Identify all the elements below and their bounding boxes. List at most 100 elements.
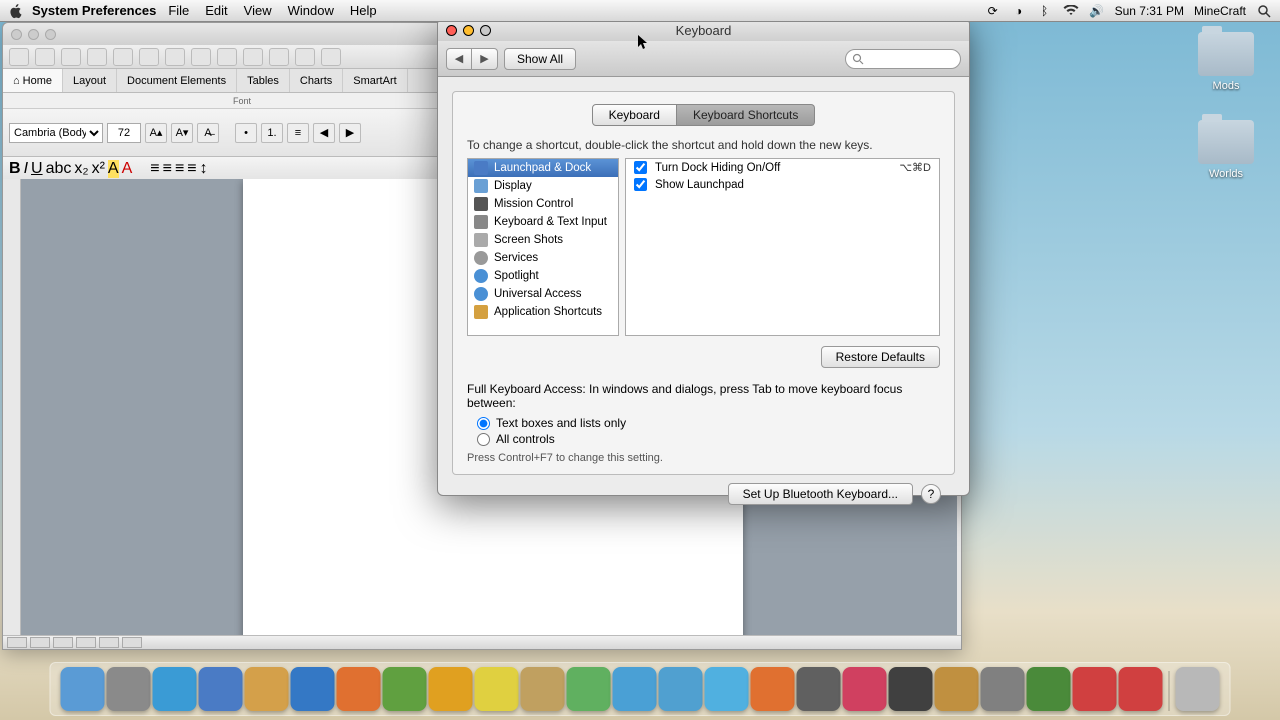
category-screenshots[interactable]: Screen Shots: [468, 231, 618, 249]
shrink-font-button[interactable]: A▾: [171, 123, 193, 143]
bluetooth-icon[interactable]: ᛒ: [1037, 3, 1053, 19]
superscript-button[interactable]: x²: [92, 160, 105, 178]
tab-keyboard-shortcuts[interactable]: Keyboard Shortcuts: [677, 104, 815, 126]
view-button[interactable]: [30, 637, 50, 648]
dock-app-8[interactable]: [429, 667, 473, 711]
dock-app-21[interactable]: [1027, 667, 1071, 711]
tab-layout[interactable]: Layout: [63, 69, 117, 92]
desktop-folder-mods[interactable]: Mods: [1190, 32, 1262, 92]
status-icon[interactable]: ◑: [1011, 3, 1027, 19]
close-icon[interactable]: [446, 25, 457, 36]
spotlight-icon[interactable]: [1256, 3, 1272, 19]
dock-app-4[interactable]: [245, 667, 289, 711]
category-universal-access[interactable]: Universal Access: [468, 285, 618, 303]
trash-icon[interactable]: [1176, 667, 1220, 711]
bold-button[interactable]: B: [9, 160, 21, 178]
grow-font-button[interactable]: A▴: [145, 123, 167, 143]
minimize-icon[interactable]: [463, 25, 474, 36]
strike-button[interactable]: abc: [46, 160, 72, 178]
restore-defaults-button[interactable]: Restore Defaults: [821, 346, 940, 368]
tab-smartart[interactable]: SmartArt: [343, 69, 407, 92]
bluetooth-keyboard-button[interactable]: Set Up Bluetooth Keyboard...: [728, 483, 913, 505]
underline-button[interactable]: U: [31, 160, 43, 178]
category-app-shortcuts[interactable]: Application Shortcuts: [468, 303, 618, 321]
multilevel-button[interactable]: ≡: [287, 123, 309, 143]
view-button[interactable]: [76, 637, 96, 648]
clear-format-button[interactable]: A̶: [197, 123, 219, 143]
dock-app-12[interactable]: [613, 667, 657, 711]
shortcut-row[interactable]: Turn Dock Hiding On/Off ⌥⌘D: [626, 159, 939, 176]
wifi-icon[interactable]: [1063, 3, 1079, 19]
tool-button[interactable]: [295, 48, 315, 66]
view-button[interactable]: [122, 637, 142, 648]
view-button[interactable]: [53, 637, 73, 648]
search-field[interactable]: [845, 49, 961, 69]
shortcut-keys[interactable]: ⌥⌘D: [899, 161, 931, 174]
menu-help[interactable]: Help: [350, 3, 377, 18]
view-button[interactable]: [7, 637, 27, 648]
category-services[interactable]: Services: [468, 249, 618, 267]
align-left-button[interactable]: ≡: [150, 160, 159, 178]
font-select[interactable]: Cambria (Body): [9, 123, 103, 143]
menu-edit[interactable]: Edit: [205, 3, 227, 18]
radio-text-boxes[interactable]: Text boxes and lists only: [477, 416, 940, 430]
right-app[interactable]: MineCraft: [1194, 4, 1246, 18]
category-spotlight[interactable]: Spotlight: [468, 267, 618, 285]
category-keyboard-text[interactable]: Keyboard & Text Input: [468, 213, 618, 231]
line-spacing-button[interactable]: ↕: [200, 160, 208, 178]
dock-app-20[interactable]: [981, 667, 1025, 711]
tool-button[interactable]: [165, 48, 185, 66]
shortcut-checkbox[interactable]: [634, 178, 647, 191]
show-all-button[interactable]: Show All: [504, 48, 576, 70]
volume-icon[interactable]: 🔊: [1089, 3, 1105, 19]
tool-button[interactable]: [35, 48, 55, 66]
menu-view[interactable]: View: [244, 3, 272, 18]
dock-app-13[interactable]: [659, 667, 703, 711]
category-mission-control[interactable]: Mission Control: [468, 195, 618, 213]
tool-button[interactable]: [61, 48, 81, 66]
tab-document-elements[interactable]: Document Elements: [117, 69, 237, 92]
help-button[interactable]: ?: [921, 484, 941, 504]
highlight-button[interactable]: A: [108, 160, 119, 178]
tab-charts[interactable]: Charts: [290, 69, 343, 92]
tool-button[interactable]: [139, 48, 159, 66]
subscript-button[interactable]: x₂: [74, 160, 88, 178]
font-color-button[interactable]: A: [122, 160, 133, 178]
clock[interactable]: Sun 7:31 PM: [1115, 4, 1184, 18]
category-display[interactable]: Display: [468, 177, 618, 195]
dock-app-23[interactable]: [1119, 667, 1163, 711]
shortcut-list[interactable]: Turn Dock Hiding On/Off ⌥⌘D Show Launchp…: [625, 158, 940, 336]
search-input[interactable]: [868, 53, 948, 65]
forward-button[interactable]: ▶: [472, 48, 498, 70]
minimize-icon[interactable]: [28, 29, 39, 40]
tool-button[interactable]: [9, 48, 29, 66]
font-size[interactable]: [107, 123, 141, 143]
radio-all-controls[interactable]: All controls: [477, 432, 940, 446]
dock-app-18[interactable]: [889, 667, 933, 711]
tab-tables[interactable]: Tables: [237, 69, 290, 92]
align-center-button[interactable]: ≡: [163, 160, 172, 178]
tool-button[interactable]: [87, 48, 107, 66]
indent-inc-button[interactable]: ▶: [339, 123, 361, 143]
apple-icon[interactable]: [8, 3, 24, 19]
dock-app-17[interactable]: [843, 667, 887, 711]
tab-home[interactable]: ⌂Home: [3, 69, 63, 92]
zoom-icon[interactable]: [480, 25, 491, 36]
dock-app-10[interactable]: [521, 667, 565, 711]
tab-keyboard[interactable]: Keyboard: [592, 104, 677, 126]
dock-app-5[interactable]: [291, 667, 335, 711]
tool-button[interactable]: [217, 48, 237, 66]
shortcut-row[interactable]: Show Launchpad: [626, 176, 939, 193]
desktop-folder-worlds[interactable]: Worlds: [1190, 120, 1262, 180]
dock-app-0[interactable]: [61, 667, 105, 711]
dock-app-9[interactable]: [475, 667, 519, 711]
tool-button[interactable]: [113, 48, 133, 66]
back-button[interactable]: ◀: [446, 48, 472, 70]
dock-app-11[interactable]: [567, 667, 611, 711]
dock-app-19[interactable]: [935, 667, 979, 711]
category-launchpad-dock[interactable]: Launchpad & Dock: [468, 159, 618, 177]
menu-file[interactable]: File: [168, 3, 189, 18]
dock-app-7[interactable]: [383, 667, 427, 711]
numbering-button[interactable]: 1.: [261, 123, 283, 143]
dock-app-6[interactable]: [337, 667, 381, 711]
